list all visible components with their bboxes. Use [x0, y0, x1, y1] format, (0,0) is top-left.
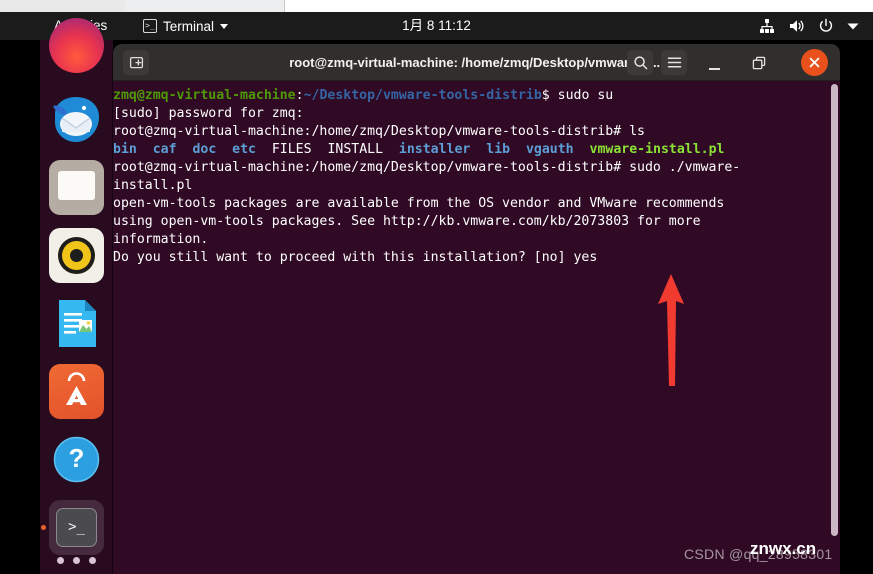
terminal-line: zmq@zmq-virtual-machine:~/Desktop/vmware… — [113, 87, 833, 105]
dock-item-rhythmbox[interactable] — [49, 228, 104, 283]
terminal-segment: information. — [113, 232, 209, 247]
terminal-segment — [470, 142, 486, 157]
scrollbar-thumb[interactable] — [831, 84, 838, 536]
dock-item-help[interactable]: ? — [49, 432, 104, 487]
hamburger-menu-button[interactable] — [661, 50, 687, 75]
terminal-scrollbar[interactable] — [831, 81, 838, 574]
gnome-top-bar: 1月 8 11:12 Activities >_ Terminal — [0, 12, 873, 40]
site-watermark: znwx.cn — [750, 539, 817, 558]
terminal-segment: : — [295, 88, 304, 103]
terminal-titlebar[interactable]: root@zmq-virtual-machine: /home/zmq/Desk… — [113, 44, 840, 81]
left-gutter — [0, 40, 40, 574]
terminal-segment: [sudo] password for zmq: — [113, 106, 304, 121]
terminal-line: Do you still want to proceed with this i… — [113, 249, 833, 267]
terminal-segment: Do you still want to proceed with this i… — [113, 250, 598, 265]
dock-item-files[interactable] — [49, 160, 104, 215]
software-bag-icon — [66, 372, 87, 405]
terminal-segment: install.pl — [113, 178, 193, 193]
dock-item-firefox[interactable] — [49, 18, 104, 73]
thunderbird-icon — [53, 97, 99, 142]
terminal-segment: ~/Desktop/vmware-tools-distrib — [303, 88, 542, 103]
terminal-segment — [137, 142, 153, 157]
minimize-button[interactable] — [701, 50, 727, 75]
terminal-segment — [574, 142, 590, 157]
terminal-segment: installer — [398, 142, 471, 157]
terminal-output[interactable]: zmq@zmq-virtual-machine:~/Desktop/vmware… — [113, 81, 840, 574]
hamburger-icon — [667, 57, 681, 68]
terminal-segment: open-vm-tools packages are available fro… — [113, 196, 725, 211]
help-circle-icon: ? — [53, 436, 100, 483]
window-title: root@zmq-virtual-machine: /home/zmq/Desk… — [289, 55, 664, 70]
search-button[interactable] — [627, 50, 653, 75]
network-wired-icon[interactable] — [759, 18, 775, 34]
terminal-segment: root@zmq-virtual-machine:/home/zmq/Deskt… — [113, 124, 645, 139]
dock-item-thunderbird[interactable] — [49, 92, 104, 147]
terminal-icon: >_ — [143, 19, 157, 33]
terminal-segment: caf — [152, 142, 177, 157]
host-chrome-tab[interactable] — [125, 0, 285, 12]
host-chrome-left — [0, 0, 125, 12]
terminal-segment — [177, 142, 193, 157]
terminal-segment — [510, 142, 526, 157]
document-icon — [59, 300, 96, 347]
terminal-segment: zmq@zmq-virtual-machine — [113, 88, 296, 103]
minimize-icon — [708, 68, 720, 70]
app-grid-dot — [89, 557, 96, 564]
close-button[interactable] — [801, 49, 828, 76]
terminal-segment — [216, 142, 232, 157]
close-icon — [809, 57, 820, 68]
chevron-down-icon[interactable] — [847, 22, 859, 31]
power-icon[interactable] — [818, 18, 834, 34]
right-gutter — [840, 40, 873, 574]
app-menu-button[interactable]: >_ Terminal — [143, 12, 229, 40]
terminal-line: install.pl — [113, 177, 833, 195]
terminal-line: bin caf doc etc FILES INSTALL installer … — [113, 141, 833, 159]
app-grid-dot — [73, 557, 80, 564]
terminal-segment: $ sudo su — [541, 88, 614, 103]
host-chrome-strip — [0, 0, 873, 12]
terminal-line: root@zmq-virtual-machine:/home/zmq/Deskt… — [113, 159, 833, 177]
ubuntu-dock: ? >_ — [40, 18, 113, 574]
terminal-segment: doc — [192, 142, 217, 157]
dock-item-terminal[interactable]: >_ — [49, 500, 104, 555]
terminal-segment: FILES INSTALL — [255, 142, 399, 157]
clock: 1月 8 11:12 — [402, 18, 471, 33]
terminal-icon: >_ — [56, 508, 97, 547]
new-tab-icon — [129, 56, 143, 69]
system-indicators[interactable] — [759, 12, 859, 40]
terminal-segment: vmware-install.pl — [589, 142, 725, 157]
app-menu-label: Terminal — [163, 18, 215, 34]
terminal-segment: bin — [113, 142, 137, 157]
terminal-line: using open-vm-tools packages. See http:/… — [113, 213, 833, 231]
dock-item-ubuntu-software[interactable] — [49, 364, 104, 419]
svg-text:?: ? — [69, 443, 85, 473]
terminal-text: zmq@zmq-virtual-machine:~/Desktop/vmware… — [113, 87, 833, 267]
app-grid-dot — [57, 557, 64, 564]
restore-icon — [752, 56, 766, 69]
terminal-window: root@zmq-virtual-machine: /home/zmq/Desk… — [113, 44, 840, 574]
terminal-segment: using open-vm-tools packages. See http:/… — [113, 214, 701, 229]
show-applications-button[interactable] — [40, 557, 113, 564]
terminal-line: open-vm-tools packages are available fro… — [113, 195, 833, 213]
dock-item-libreoffice-writer[interactable] — [49, 296, 104, 351]
terminal-line: information. — [113, 231, 833, 249]
terminal-segment: root@zmq-virtual-machine:/home/zmq/Deskt… — [113, 160, 741, 175]
chevron-down-icon — [220, 23, 229, 29]
new-tab-button[interactable] — [123, 50, 149, 75]
volume-icon[interactable] — [788, 18, 805, 34]
terminal-line: root@zmq-virtual-machine:/home/zmq/Deskt… — [113, 123, 833, 141]
screen: 1月 8 11:12 Activities >_ Terminal — [0, 0, 873, 574]
terminal-segment: etc — [232, 142, 256, 157]
terminal-line: [sudo] password for zmq: — [113, 105, 833, 123]
maximize-button[interactable] — [746, 50, 772, 75]
terminal-segment: vgauth — [525, 142, 574, 157]
terminal-segment: lib — [486, 142, 511, 157]
running-indicator-terminal — [41, 525, 46, 530]
search-icon — [633, 56, 647, 70]
